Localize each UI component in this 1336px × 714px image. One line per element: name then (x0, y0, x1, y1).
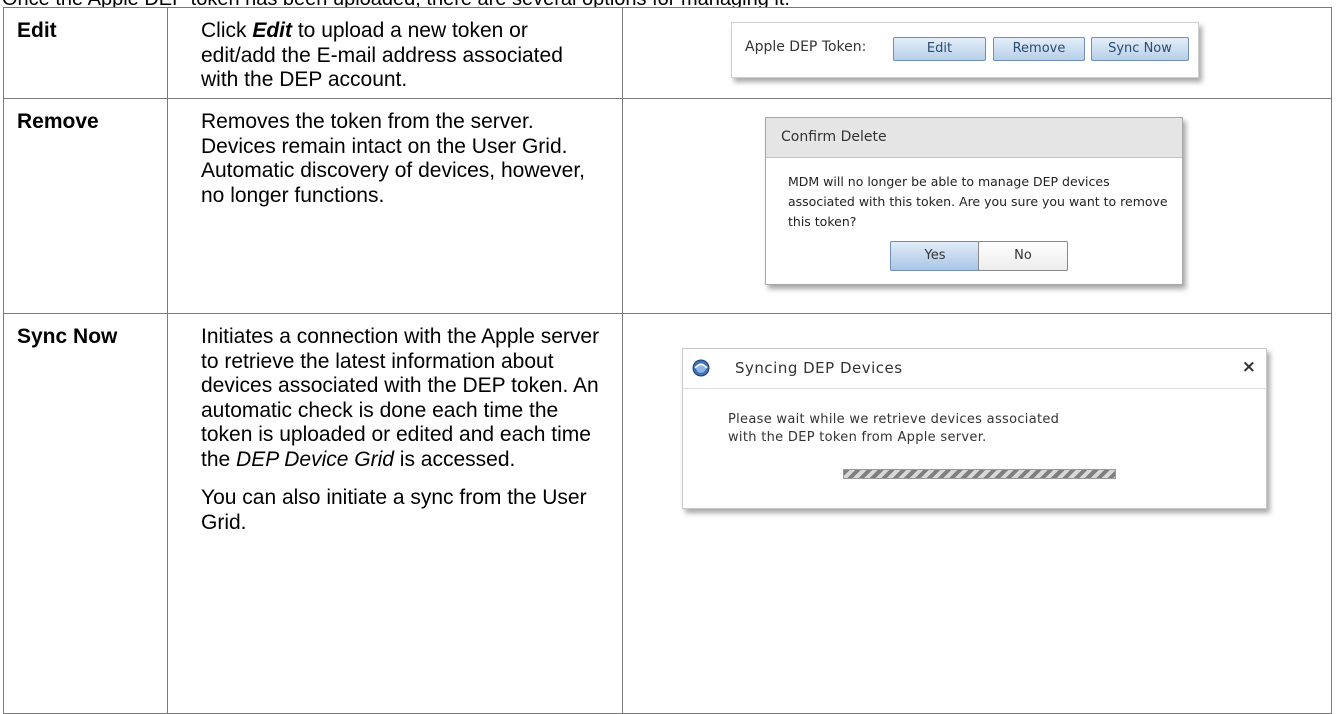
description-paragraph: Initiates a connection with the Apple se… (201, 325, 600, 471)
dialog-message: MDM will no longer be able to manage DEP… (788, 174, 1168, 229)
screenshot-cell: Syncing DEP Devices × Please wait while … (622, 313, 1332, 714)
token-bar-screenshot: Apple DEP Token: Edit Remove Sync Now (731, 22, 1199, 78)
term-cell: Remove (3, 98, 168, 314)
syncing-dialog-header: Syncing DEP Devices × (683, 349, 1266, 389)
screenshot-cell: Confirm Delete MDM will no longer be abl… (622, 98, 1332, 314)
screenshot-cell: Apple DEP Token: Edit Remove Sync Now (622, 7, 1332, 99)
description-paragraph: You can also initiate a sync from the Us… (201, 486, 587, 534)
term-remove: Remove (17, 110, 99, 133)
edit-button[interactable]: Edit (893, 37, 986, 61)
sync-now-button[interactable]: Sync Now (1091, 37, 1189, 61)
description-cell: Initiates a connection with the Apple se… (167, 313, 623, 714)
table-row-remove: Remove Removes the token from the server… (3, 98, 1332, 314)
table-row-edit: Edit Click Edit to upload a new token or… (3, 7, 1332, 99)
term-cell: Edit (3, 7, 168, 99)
dep-device-grid-emphasis: DEP Device Grid (236, 447, 394, 471)
description-remove: Removes the token from the server. Devic… (201, 110, 586, 207)
syncing-title: Syncing DEP Devices (735, 359, 903, 377)
term-cell: Sync Now (3, 313, 168, 714)
options-table: Edit Click Edit to upload a new token or… (3, 7, 1332, 714)
token-label: Apple DEP Token: (745, 39, 867, 55)
table-row-sync-now: Sync Now Initiates a connection with the… (3, 313, 1332, 714)
description-cell: Removes the token from the server. Devic… (167, 98, 623, 314)
description-sync-now: Initiates a connection with the Apple se… (168, 314, 622, 535)
sync-progress-bar (843, 469, 1116, 479)
term-sync-now: Sync Now (17, 325, 118, 348)
term-edit: Edit (17, 19, 57, 42)
no-button[interactable]: No (978, 241, 1068, 271)
sync-globe-icon (692, 359, 710, 377)
close-icon[interactable]: × (1242, 357, 1256, 377)
remove-button[interactable]: Remove (993, 37, 1085, 61)
edit-emphasis: Edit (252, 19, 293, 42)
description-cell: Click Edit to upload a new token or edit… (167, 7, 623, 99)
syncing-dialog: Syncing DEP Devices × Please wait while … (682, 348, 1267, 509)
description-edit: Click Edit to upload a new token or edit… (201, 19, 563, 91)
yes-button[interactable]: Yes (890, 241, 980, 271)
dialog-title: Confirm Delete (766, 118, 1182, 158)
syncing-message: Please wait while we retrieve devices as… (728, 412, 1060, 445)
confirm-delete-dialog: Confirm Delete MDM will no longer be abl… (765, 117, 1183, 285)
